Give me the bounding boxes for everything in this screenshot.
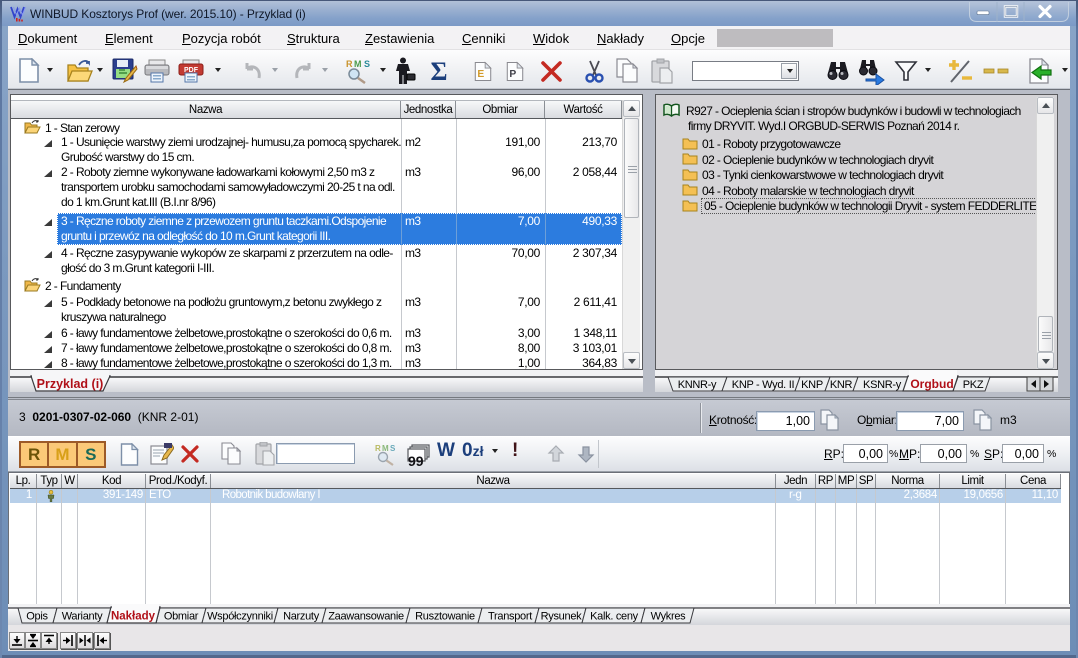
svg-text:KNP - Wyd. II: KNP - Wyd. II bbox=[732, 379, 795, 391]
svg-text:R: R bbox=[346, 59, 353, 69]
svg-text:Kalk. ceny: Kalk. ceny bbox=[590, 611, 639, 623]
svg-text:Narzuty: Narzuty bbox=[283, 611, 320, 623]
svg-text:KNR: KNR bbox=[830, 379, 853, 391]
svg-text:Rysunek: Rysunek bbox=[541, 611, 582, 623]
svg-text:Rusztowanie: Rusztowanie bbox=[415, 611, 475, 623]
svg-text:99: 99 bbox=[408, 453, 424, 467]
svg-text:Współczynniki: Współczynniki bbox=[207, 611, 273, 623]
svg-text:KNP: KNP bbox=[801, 379, 823, 391]
svg-text:Opis: Opis bbox=[26, 611, 48, 623]
svg-text:KNNR-y: KNNR-y bbox=[678, 379, 717, 391]
svg-text:Warianty: Warianty bbox=[62, 611, 103, 623]
svg-text:Przyklad (i): Przyklad (i) bbox=[37, 377, 104, 391]
svg-text:S: S bbox=[364, 59, 370, 69]
svg-text:R: R bbox=[375, 444, 381, 453]
svg-text:Nakłady: Nakłady bbox=[111, 611, 156, 623]
svg-text:Wykres: Wykres bbox=[651, 611, 687, 623]
svg-text:Orgbud: Orgbud bbox=[910, 377, 953, 391]
svg-text:E: E bbox=[477, 69, 484, 80]
svg-text:P: P bbox=[509, 69, 516, 80]
svg-text:M: M bbox=[354, 59, 362, 69]
svg-text:Transport: Transport bbox=[488, 611, 532, 623]
svg-text:Zaawansowanie: Zaawansowanie bbox=[328, 611, 404, 623]
svg-text:Obmiar: Obmiar bbox=[164, 611, 199, 623]
svg-text:KSNR-y: KSNR-y bbox=[863, 379, 902, 391]
svg-text:Σ: Σ bbox=[431, 59, 448, 84]
svg-text:S: S bbox=[390, 444, 396, 453]
svg-text:PKZ: PKZ bbox=[963, 379, 984, 391]
svg-text:M: M bbox=[382, 444, 389, 453]
